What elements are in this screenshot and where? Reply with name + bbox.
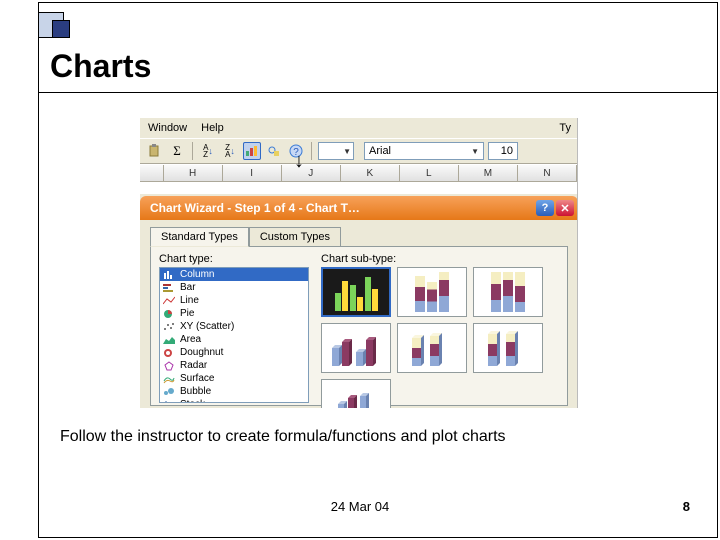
font-size-select[interactable]: 10	[488, 142, 518, 160]
col-head[interactable]: L	[400, 165, 459, 181]
dialog-body: Standard Types Custom Types Chart type: …	[140, 220, 578, 408]
drawing-icon[interactable]	[265, 142, 283, 160]
line-chart-icon	[162, 295, 176, 306]
footer-date: 24 Mar 04	[331, 499, 390, 514]
paste-icon[interactable]	[146, 142, 164, 160]
tab-custom-types[interactable]: Custom Types	[249, 227, 341, 247]
chart-subtype-label: Chart sub-type:	[321, 253, 559, 265]
tab-standard-types[interactable]: Standard Types	[150, 227, 249, 247]
col-head[interactable]: H	[164, 165, 223, 181]
instruction-text: Follow the instructor to create formula/…	[60, 428, 506, 446]
column-headers: H I J K L M N	[140, 164, 577, 182]
col-head[interactable]: J	[282, 165, 341, 181]
spreadsheet-cells[interactable]	[140, 182, 577, 194]
list-item-pie[interactable]: Pie	[160, 307, 308, 320]
font-select[interactable]: Arial ▼	[364, 142, 484, 160]
stock-chart-icon	[162, 399, 176, 403]
type-here-fragment: Ty	[559, 122, 577, 134]
column-chart-icon	[162, 269, 176, 280]
subtype-3d-100pct-stacked-column[interactable]	[473, 323, 543, 373]
bar-chart-icon	[162, 282, 176, 293]
pie-chart-icon	[162, 308, 176, 319]
list-item-scatter[interactable]: XY (Scatter)	[160, 320, 308, 333]
list-item-radar[interactable]: Radar	[160, 359, 308, 372]
zoom-dropdown[interactable]: ▼	[318, 142, 354, 160]
subtype-3d-stacked-column[interactable]	[397, 323, 467, 373]
doughnut-chart-icon	[162, 347, 176, 358]
tab-panel: Chart type: Column Bar Line Pie XY (Scat…	[150, 246, 568, 406]
list-item-surface[interactable]: Surface	[160, 372, 308, 385]
subtype-3d-clustered-column[interactable]	[321, 323, 391, 373]
list-item-area[interactable]: Area	[160, 333, 308, 346]
tab-row: Standard Types Custom Types	[150, 226, 568, 246]
chevron-down-icon: ▼	[343, 147, 351, 156]
toolbar: Σ AZ↓ ZA↓ ? ▼ Arial▼ 10	[140, 138, 577, 164]
subtype-clustered-column[interactable]	[321, 267, 391, 317]
sort-asc-icon[interactable]: AZ↓	[199, 142, 217, 160]
area-chart-icon	[162, 334, 176, 345]
menu-window[interactable]: Window	[148, 122, 187, 134]
bubble-chart-icon	[162, 386, 176, 397]
chart-type-label: Chart type:	[159, 253, 309, 265]
toolbar-separator	[192, 142, 193, 160]
menu-bar: Window Help Ty	[140, 118, 577, 138]
scatter-chart-icon	[162, 321, 176, 332]
dialog-title: Chart Wizard - Step 1 of 4 - Chart T…	[150, 201, 360, 215]
slide-title: Charts	[50, 48, 151, 85]
col-head[interactable]: M	[459, 165, 518, 181]
subtype-grid	[321, 267, 553, 408]
chart-wizard-icon[interactable]	[243, 142, 261, 160]
chart-wizard-dialog: Chart Wizard - Step 1 of 4 - Chart T… ? …	[140, 196, 578, 408]
col-head[interactable]: N	[518, 165, 577, 181]
excel-screenshot: Window Help Ty Σ AZ↓ ZA↓ ? ▼ Arial ▼ 10 H…	[140, 118, 578, 408]
pointer-arrow: ↓	[294, 150, 304, 173]
dialog-titlebar[interactable]: Chart Wizard - Step 1 of 4 - Chart T… ? …	[140, 196, 578, 220]
col-head-blank[interactable]	[140, 165, 164, 181]
sort-desc-icon[interactable]: ZA↓	[221, 142, 239, 160]
chevron-down-icon: ▼	[471, 147, 479, 156]
subtype-3d-column[interactable]	[321, 379, 391, 408]
footer-page-number: 8	[683, 499, 690, 514]
accent-square-dark	[52, 20, 70, 38]
list-item-line[interactable]: Line	[160, 294, 308, 307]
list-item-column[interactable]: Column	[160, 268, 308, 281]
chart-type-list[interactable]: Column Bar Line Pie XY (Scatter) Area Do…	[159, 267, 309, 403]
dialog-help-button[interactable]: ?	[536, 200, 554, 216]
font-value: Arial	[369, 145, 391, 157]
list-item-bubble[interactable]: Bubble	[160, 385, 308, 398]
col-head[interactable]: I	[223, 165, 282, 181]
menu-help[interactable]: Help	[201, 122, 224, 134]
col-head[interactable]: K	[341, 165, 400, 181]
toolbar-separator-2	[311, 142, 312, 160]
dialog-close-button[interactable]: ✕	[556, 200, 574, 216]
surface-chart-icon	[162, 373, 176, 384]
font-size-value: 10	[501, 145, 513, 157]
title-rule	[38, 92, 718, 93]
list-item-doughnut[interactable]: Doughnut	[160, 346, 308, 359]
list-item-stock[interactable]: Stock	[160, 398, 308, 403]
radar-chart-icon	[162, 360, 176, 371]
list-item-bar[interactable]: Bar	[160, 281, 308, 294]
autosum-icon[interactable]: Σ	[168, 142, 186, 160]
subtype-stacked-column[interactable]	[397, 267, 467, 317]
subtype-100pct-stacked-column[interactable]	[473, 267, 543, 317]
